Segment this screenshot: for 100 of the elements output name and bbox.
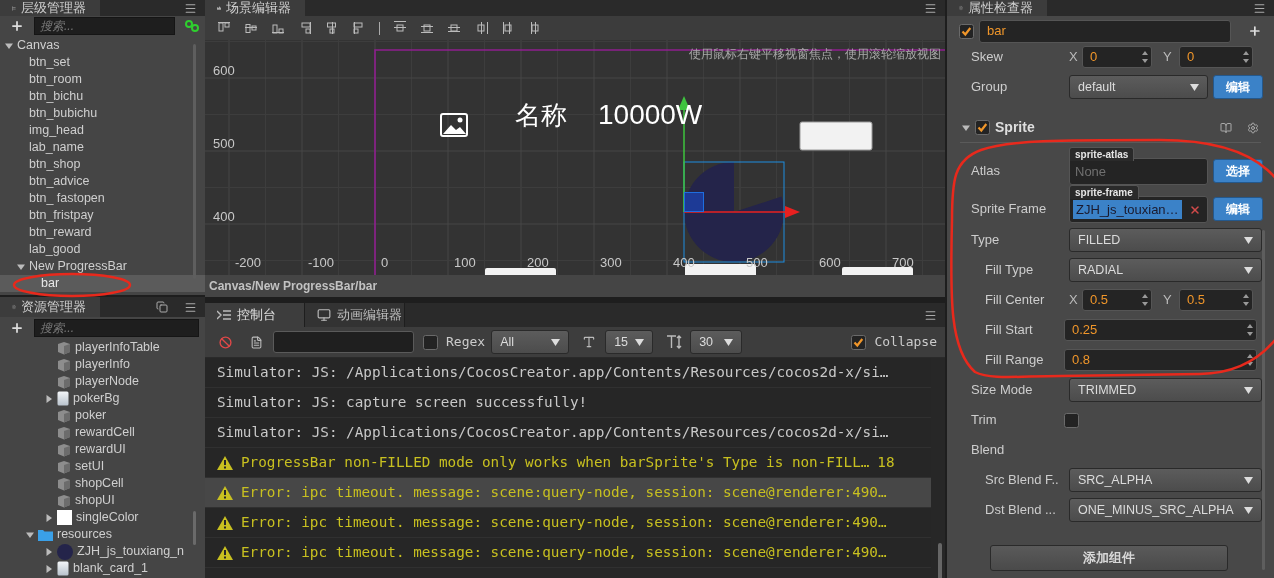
tree-item[interactable]: lab_name xyxy=(0,139,205,156)
tree-item[interactable]: ZJH_js_touxiang_n xyxy=(0,543,205,560)
dropdown[interactable]: TRIMMED xyxy=(1069,378,1262,402)
panel-tab[interactable]: 场景编辑器 xyxy=(205,0,305,16)
add-icon[interactable] xyxy=(10,19,24,33)
tree-item[interactable]: btn_bubichu xyxy=(0,105,205,122)
tree-item[interactable]: New ProgressBar xyxy=(0,258,205,275)
dropdown[interactable]: ONE_MINUS_SRC_ALPHA xyxy=(1069,498,1262,522)
tree-item[interactable]: btn_set xyxy=(0,54,205,71)
distribute-left-icon[interactable] xyxy=(474,21,488,35)
caret-icon[interactable] xyxy=(17,262,25,271)
checkbox[interactable] xyxy=(851,334,867,350)
tree-item[interactable]: playerInfoTable xyxy=(0,339,205,356)
search-field[interactable]: 搜索... xyxy=(34,17,175,35)
menu-icon[interactable] xyxy=(1253,1,1266,15)
log-row[interactable]: Error: ipc timeout. message: scene:query-node, session: scene@renderer:490… xyxy=(205,478,931,508)
align-center-icon[interactable] xyxy=(325,21,339,35)
panel-tab[interactable]: 控制台 xyxy=(205,303,305,327)
font-size-icon[interactable] xyxy=(582,335,597,349)
align-middle-icon[interactable] xyxy=(244,21,258,35)
tree-item[interactable]: setUI xyxy=(0,458,205,475)
caret-icon[interactable] xyxy=(26,530,34,539)
number-field[interactable]: 0 xyxy=(1179,46,1253,68)
tree-item[interactable]: bar xyxy=(0,275,205,292)
settings-icon[interactable] xyxy=(1247,121,1259,134)
tree-item[interactable]: playerNode xyxy=(0,373,205,390)
add-component-button[interactable]: 添加组件 xyxy=(990,545,1228,571)
menu-icon[interactable] xyxy=(924,308,937,322)
scene-canvas[interactable]: 使用鼠标右键平移视窗焦点，使用滚轮缩放视图 600 500 400 -200 -100 0 100 200 300 400 500 600 700 名称 10000W xyxy=(205,40,945,275)
distribute-bottom-icon[interactable] xyxy=(447,21,461,35)
search-field[interactable]: 搜索... xyxy=(34,319,199,337)
panel-tab[interactable]: 动画编辑器 xyxy=(305,303,405,327)
add-icon[interactable] xyxy=(10,321,24,335)
number-field[interactable]: 0 xyxy=(1082,46,1152,68)
panel-tab[interactable]: 资源管理器 xyxy=(0,297,100,317)
number-field[interactable]: 0.5 xyxy=(1082,289,1152,311)
checkbox[interactable] xyxy=(423,334,438,350)
dropdown[interactable]: All xyxy=(491,330,570,354)
window-icon[interactable] xyxy=(156,301,168,313)
align-right-icon[interactable] xyxy=(352,21,366,35)
tree-item[interactable]: btn_advice xyxy=(0,173,205,190)
tree-item[interactable]: btn_reward xyxy=(0,224,205,241)
number-field[interactable]: 0.25 xyxy=(1064,319,1257,341)
checkbox[interactable] xyxy=(975,120,990,135)
edit-button[interactable]: 选择 xyxy=(1213,159,1263,183)
tree-item[interactable]: lab_good xyxy=(0,241,205,258)
menu-icon[interactable] xyxy=(184,300,197,314)
menu-icon[interactable] xyxy=(924,1,937,15)
align-left-icon[interactable] xyxy=(298,21,312,35)
line-height-icon[interactable] xyxy=(666,335,683,349)
tree-item[interactable]: shopCell xyxy=(0,475,205,492)
caret-icon[interactable] xyxy=(45,547,53,556)
distribute-center-icon[interactable] xyxy=(501,21,515,35)
tree-item[interactable]: rewardUI xyxy=(0,441,205,458)
dropdown[interactable]: FILLED xyxy=(1069,228,1262,252)
tree-item[interactable]: shopUI xyxy=(0,492,205,509)
distribute-middle-icon[interactable] xyxy=(420,21,434,35)
file-icon[interactable] xyxy=(250,335,263,349)
number-field[interactable]: 0.8 xyxy=(1064,349,1257,371)
align-bottom-icon[interactable] xyxy=(271,21,285,35)
edit-button[interactable]: 编辑 xyxy=(1213,75,1263,99)
caret-icon[interactable] xyxy=(962,123,970,132)
distribute-top-icon[interactable] xyxy=(393,21,407,35)
dropdown[interactable]: 30 xyxy=(690,330,743,354)
book-icon[interactable] xyxy=(1220,121,1232,134)
clear-icon[interactable] xyxy=(1189,203,1201,216)
tree-item[interactable]: btn_ fastopen xyxy=(0,190,205,207)
tree-item[interactable]: btn_shop xyxy=(0,156,205,173)
tree-item[interactable]: img_head xyxy=(0,122,205,139)
caret-icon[interactable] xyxy=(5,41,13,50)
align-top-icon[interactable] xyxy=(217,21,231,35)
panel-tab[interactable]: 层级管理器 xyxy=(0,0,100,16)
tree-item[interactable]: btn_bichu xyxy=(0,88,205,105)
tree-item[interactable]: playerInfo xyxy=(0,356,205,373)
checkbox[interactable] xyxy=(1064,412,1079,428)
clear-icon[interactable] xyxy=(219,335,232,349)
scrollbar[interactable] xyxy=(193,511,196,545)
tree-item[interactable]: singleColor xyxy=(0,509,205,526)
tree-item[interactable]: rewardCell xyxy=(0,424,205,441)
filter-field[interactable] xyxy=(273,331,414,353)
panel-tab[interactable]: 属性检查器 xyxy=(947,0,1047,16)
caret-icon[interactable] xyxy=(45,513,53,522)
scrollbar[interactable] xyxy=(938,543,942,578)
add-icon[interactable] xyxy=(1248,24,1262,38)
tree-item[interactable]: pokerBg xyxy=(0,390,205,407)
distribute-right-icon[interactable] xyxy=(528,21,542,35)
number-field[interactable]: 0.5 xyxy=(1179,289,1253,311)
tree-item[interactable]: Canvas xyxy=(0,37,205,54)
tree-item[interactable]: resources xyxy=(0,526,205,543)
node-name-field[interactable]: bar xyxy=(979,19,1232,43)
menu-icon[interactable] xyxy=(184,1,197,15)
dropdown[interactable]: SRC_ALPHA xyxy=(1069,468,1262,492)
dropdown[interactable]: RADIAL xyxy=(1069,258,1262,282)
tree-item[interactable]: poker xyxy=(0,407,205,424)
caret-icon[interactable] xyxy=(45,564,53,573)
checkbox[interactable] xyxy=(959,23,974,39)
tree-item[interactable]: btn_fristpay xyxy=(0,207,205,224)
edit-button[interactable]: 编辑 xyxy=(1213,197,1263,221)
link-icon[interactable] xyxy=(185,20,199,32)
caret-icon[interactable] xyxy=(45,394,53,403)
